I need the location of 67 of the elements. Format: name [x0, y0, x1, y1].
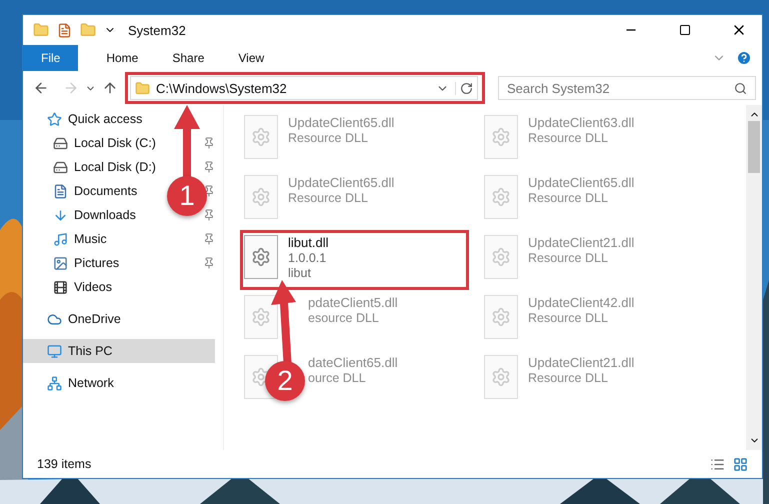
file-detail: Resource DLL: [528, 251, 609, 265]
settings-file-icon: [244, 115, 278, 159]
drive-icon: [53, 136, 68, 150]
settings-file-icon: [244, 235, 278, 279]
document-icon: [53, 184, 68, 198]
pin-icon[interactable]: [203, 233, 215, 245]
list-view-icon[interactable]: [710, 456, 725, 472]
grid-view-icon[interactable]: [733, 456, 748, 472]
sidebar-item[interactable]: Music: [23, 227, 111, 251]
file-detail: Resource DLL: [528, 311, 609, 325]
file-tab[interactable]: File: [23, 45, 78, 71]
settings-file-icon: [244, 175, 278, 219]
pin-icon[interactable]: [203, 185, 215, 197]
ribbon-tab[interactable]: Share: [158, 45, 218, 71]
file-detail: Resource DLL: [528, 131, 609, 145]
settings-file-icon: [484, 175, 518, 219]
file-detail: Resource DLL: [288, 191, 369, 205]
settings-file-icon: [244, 295, 278, 339]
ribbon-tab[interactable]: Home: [92, 45, 152, 71]
file-detail: 1.0.0.1: [288, 251, 328, 265]
settings-file-icon: [484, 235, 518, 279]
scrollbar[interactable]: [746, 105, 762, 450]
sidebar-item[interactable]: Documents: [23, 179, 142, 203]
window-title: System32: [128, 22, 187, 38]
settings-file-icon: [484, 295, 518, 339]
download-icon: [53, 208, 68, 222]
sidebar-item[interactable]: Local Disk (D:): [23, 155, 160, 179]
drive-icon: [53, 160, 68, 174]
back-icon[interactable]: [33, 80, 49, 96]
image-icon: [53, 256, 68, 270]
sidebar-item[interactable]: Network: [23, 371, 118, 395]
file-name[interactable]: libut.dll: [288, 235, 328, 250]
folder-icon: [135, 80, 150, 96]
file-detail: Resource DLL: [528, 371, 609, 385]
scrollbar-thumb[interactable]: [748, 121, 760, 173]
sidebar-item[interactable]: This PC: [23, 339, 215, 363]
up-icon[interactable]: [102, 80, 118, 96]
file-detail: ource DLL: [308, 371, 367, 385]
item-count: 139 items: [37, 457, 92, 471]
pin-icon[interactable]: [203, 161, 215, 173]
pin-icon[interactable]: [203, 209, 215, 221]
settings-file-icon: [484, 355, 518, 399]
sidebar-item[interactable]: Pictures: [23, 251, 124, 275]
pin-icon[interactable]: [203, 137, 215, 149]
refresh-icon[interactable]: [455, 82, 473, 94]
file-detail: libut: [288, 266, 312, 280]
cloud-icon: [47, 312, 62, 326]
maximize-icon: [679, 24, 691, 36]
sidebar-item[interactable]: Local Disk (C:): [23, 131, 160, 155]
pin-icon[interactable]: [203, 257, 215, 269]
file-detail: Resource DLL: [288, 131, 369, 145]
sidebar-item[interactable]: OneDrive: [23, 307, 125, 331]
search-field[interactable]: Search System32: [498, 76, 756, 100]
file-detail: esource DLL: [308, 311, 380, 325]
music-icon: [53, 232, 68, 246]
address-bar[interactable]: C:\Windows\System32: [130, 76, 478, 100]
file-detail: Resource DLL: [528, 191, 609, 205]
film-icon: [53, 280, 68, 294]
network-icon: [47, 376, 62, 390]
sidebar-item[interactable]: Videos: [23, 275, 116, 299]
ribbon-tab[interactable]: View: [224, 45, 278, 71]
sidebar-item[interactable]: Downloads: [23, 203, 140, 227]
sidebar-item[interactable]: Quick access: [23, 107, 146, 131]
star-icon: [47, 112, 62, 126]
settings-file-icon: [484, 115, 518, 159]
search-icon: [734, 82, 747, 94]
monitor-icon: [47, 344, 62, 358]
